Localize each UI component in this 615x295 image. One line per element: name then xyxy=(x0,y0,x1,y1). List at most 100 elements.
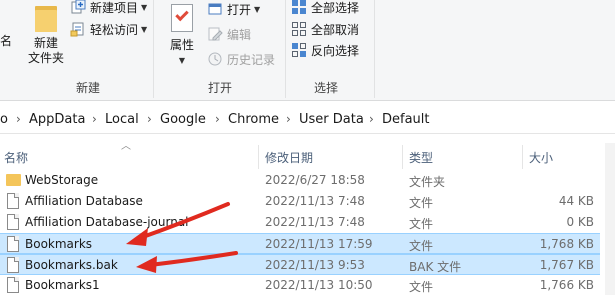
group-divider xyxy=(285,0,286,98)
column-header-date[interactable]: 修改日期 xyxy=(265,149,313,166)
easy-access-label: 轻松访问 xyxy=(90,22,139,37)
file-name: Affiliation Database xyxy=(25,194,143,208)
new-group-label: 新建 xyxy=(75,81,100,95)
open-button[interactable]: 打开 ▼ xyxy=(207,0,260,19)
column-header-type[interactable]: 类型 xyxy=(409,149,433,166)
history-icon xyxy=(207,51,223,67)
edit-icon xyxy=(207,26,223,42)
column-header-name[interactable]: 名称 xyxy=(4,149,28,166)
file-type: 文件 xyxy=(409,280,434,294)
file-icon xyxy=(6,277,20,293)
breadcrumb-user-data[interactable]: User Data xyxy=(299,112,364,127)
invert-selection-button[interactable]: 反向选择 xyxy=(291,40,359,60)
new-folder-icon xyxy=(35,4,57,34)
select-all-button[interactable]: 全部选择 xyxy=(291,0,359,17)
file-row[interactable]: WebStorage 2022/6/27 18:58 文件夹 xyxy=(0,170,600,191)
new-folder-button[interactable]: 新建 文件夹 xyxy=(26,4,66,66)
breadcrumb-default[interactable]: Default xyxy=(382,112,430,127)
chevron-right-icon[interactable]: › xyxy=(92,112,97,126)
edit-button[interactable]: 编辑 xyxy=(207,24,251,44)
open-icon xyxy=(207,1,223,17)
group-divider xyxy=(153,0,154,98)
invert-selection-label: 反向选择 xyxy=(311,43,360,58)
edit-label: 编辑 xyxy=(227,27,252,42)
new-item-label: 新建项目 xyxy=(90,0,139,15)
easy-access-button[interactable]: 轻松访问 ▼ xyxy=(70,19,147,39)
vertical-scrollbar[interactable] xyxy=(605,143,615,295)
breadcrumb-local[interactable]: Local xyxy=(105,112,139,127)
file-size: 44 KB xyxy=(558,194,594,208)
file-name: Bookmarks xyxy=(25,237,93,251)
file-row[interactable]: Bookmarks1 2022/11/13 10:50 文件 1,766 KB xyxy=(0,275,600,295)
file-type: 文件 xyxy=(409,239,434,253)
new-folder-label: 新建 文件夹 xyxy=(27,36,64,65)
file-icon xyxy=(6,214,20,230)
column-divider[interactable] xyxy=(522,145,523,169)
file-icon xyxy=(6,257,20,273)
group-divider xyxy=(374,0,375,98)
file-type: 文件夹 xyxy=(409,175,446,189)
file-size: 1,767 KB xyxy=(539,258,594,272)
select-group-label: 选择 xyxy=(313,81,338,95)
cut-off-button-label: 名 xyxy=(0,34,13,48)
select-none-icon xyxy=(291,21,307,37)
breadcrumb-google[interactable]: Google xyxy=(160,112,206,127)
file-date: 2022/11/13 9:53 xyxy=(265,258,365,272)
file-type: 文件 xyxy=(409,196,434,210)
breadcrumb-appdata[interactable]: AppData xyxy=(29,112,85,127)
file-size: 0 KB xyxy=(566,215,594,229)
breadcrumb-partial[interactable]: o xyxy=(0,112,8,127)
chevron-right-icon[interactable]: › xyxy=(147,112,152,126)
file-name: Affiliation Database-journal xyxy=(25,215,189,229)
file-date: 2022/11/13 7:48 xyxy=(265,215,365,229)
file-date: 2022/11/13 17:59 xyxy=(265,237,373,251)
invert-selection-icon xyxy=(291,42,307,58)
file-date: 2022/11/13 10:50 xyxy=(265,278,373,292)
easy-access-icon xyxy=(70,21,86,37)
open-label: 打开 xyxy=(227,2,252,17)
column-divider[interactable] xyxy=(402,145,403,169)
file-date: 2022/11/13 7:48 xyxy=(265,194,365,208)
chevron-down-icon: ▼ xyxy=(254,4,261,14)
address-bar[interactable]: o › AppData › Local › Google › Chrome › … xyxy=(0,106,615,134)
history-label: 历史记录 xyxy=(227,52,276,67)
select-all-icon xyxy=(291,0,307,15)
select-none-button[interactable]: 全部取消 xyxy=(291,19,359,39)
properties-label: 属性 xyxy=(169,38,194,52)
file-size: 1,768 KB xyxy=(539,237,594,251)
ribbon: 名 新建 文件夹 新建项目 ▼ 轻松访问 ▼ 新建 属性 ▼ 打开 ▼ 编辑 历… xyxy=(0,0,615,101)
file-row[interactable]: Affiliation Database-journal 2022/11/13 … xyxy=(0,212,600,233)
file-name: WebStorage xyxy=(25,173,99,187)
file-icon xyxy=(6,193,20,209)
chevron-right-icon[interactable]: › xyxy=(215,112,220,126)
file-type: 文件 xyxy=(409,217,434,231)
new-item-icon xyxy=(70,0,86,15)
file-size: 1,766 KB xyxy=(539,278,594,292)
chevron-right-icon[interactable]: › xyxy=(286,112,291,126)
properties-button[interactable]: 属性 ▼ xyxy=(164,4,200,68)
select-none-label: 全部取消 xyxy=(311,22,360,37)
chevron-right-icon[interactable]: › xyxy=(16,112,21,126)
file-row[interactable]: Affiliation Database 2022/11/13 7:48 文件 … xyxy=(0,191,600,212)
breadcrumb-chrome[interactable]: Chrome xyxy=(228,112,279,127)
chevron-down-icon: ▼ xyxy=(141,2,148,12)
file-icon xyxy=(6,236,20,252)
open-group-label: 打开 xyxy=(207,81,232,95)
new-item-button[interactable]: 新建项目 ▼ xyxy=(70,0,147,17)
file-date: 2022/6/27 18:58 xyxy=(265,173,365,187)
file-name: Bookmarks1 xyxy=(25,278,100,292)
column-header-row: 名称 修改日期 类型 大小 xyxy=(0,143,615,169)
properties-icon xyxy=(169,4,195,36)
history-button[interactable]: 历史记录 xyxy=(207,49,275,69)
file-row-selected[interactable]: Bookmarks 2022/11/13 17:59 文件 1,768 KB xyxy=(0,233,600,254)
chevron-down-icon: ▼ xyxy=(178,56,186,65)
select-all-label: 全部选择 xyxy=(311,0,360,15)
folder-icon xyxy=(6,172,21,188)
column-divider[interactable] xyxy=(258,145,259,169)
file-row-selected[interactable]: Bookmarks.bak 2022/11/13 9:53 BAK 文件 1,7… xyxy=(0,254,600,275)
chevron-down-icon: ▼ xyxy=(141,24,148,34)
file-type: BAK 文件 xyxy=(409,260,462,274)
chevron-right-icon[interactable]: › xyxy=(369,112,374,126)
column-header-size[interactable]: 大小 xyxy=(529,149,553,166)
file-name: Bookmarks.bak xyxy=(25,258,118,272)
